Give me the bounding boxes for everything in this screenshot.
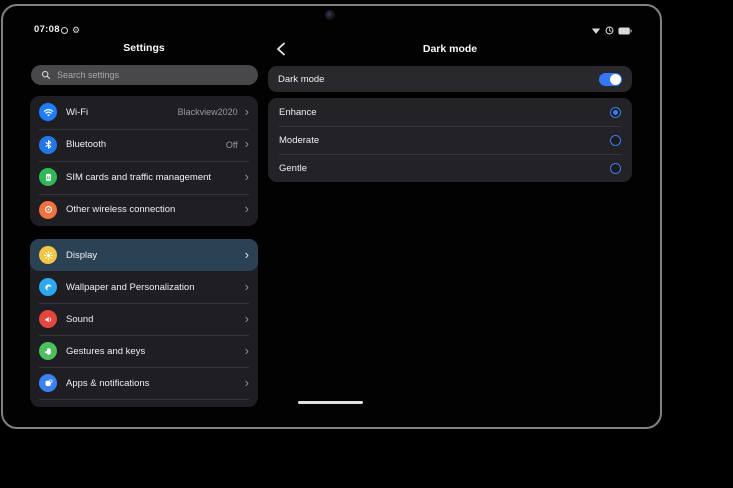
radio-moderate[interactable] — [610, 135, 621, 146]
chevron-right-icon: › — [245, 137, 249, 150]
settings-item-bluetooth[interactable]: Bluetooth Off › — [30, 129, 258, 162]
settings-item-other-wireless[interactable]: Other wireless connection › — [30, 194, 258, 227]
item-label: Wallpaper and Personalization — [66, 282, 245, 293]
display-icon — [39, 246, 57, 264]
dark-mode-options-card: Enhance Moderate Gentle — [268, 98, 632, 182]
item-label: Wi-Fi — [66, 107, 178, 118]
chevron-right-icon: › — [245, 105, 249, 118]
settings-group-personalization: Display › Wallpaper and Personalization … — [30, 239, 258, 407]
wifi-icon — [591, 27, 601, 35]
status-circle-icon — [61, 27, 68, 34]
front-camera-icon — [325, 10, 335, 20]
option-moderate[interactable]: Moderate — [268, 126, 632, 154]
settings-item-wallpaper[interactable]: Wallpaper and Personalization › — [30, 271, 258, 303]
item-label: SIM cards and traffic management — [66, 172, 245, 183]
settings-item-gestures[interactable]: Gestures and keys › — [30, 335, 258, 367]
dark-mode-toggle-card: Dark mode — [268, 66, 632, 92]
search-icon — [41, 70, 51, 80]
settings-group-network: Wi-Fi Blackview2020 › Bluetooth Off › — [30, 96, 258, 226]
chevron-right-icon: › — [245, 312, 249, 325]
chevron-right-icon: › — [245, 248, 249, 261]
bluetooth-icon — [39, 136, 57, 154]
chevron-right-icon: › — [245, 170, 249, 183]
gear-icon: ⚙ — [72, 26, 80, 35]
item-label: Gestures and keys — [66, 346, 245, 357]
wireless-icon — [39, 201, 57, 219]
settings-item-display[interactable]: Display › — [30, 239, 258, 271]
sound-icon — [39, 310, 57, 328]
radio-gentle[interactable] — [610, 163, 621, 174]
wifi-icon — [39, 103, 57, 121]
page-background: 07:08 ⚙ Settings Search se — [0, 0, 733, 488]
gestures-icon — [39, 342, 57, 360]
item-label: Other wireless connection — [66, 204, 245, 215]
chevron-right-icon: › — [245, 376, 249, 389]
option-label: Enhance — [279, 107, 610, 118]
item-label: Apps & notifications — [66, 378, 245, 389]
item-value: Blackview2020 — [178, 107, 238, 117]
search-placeholder: Search settings — [57, 70, 119, 80]
chevron-right-icon: › — [245, 280, 249, 293]
option-label: Gentle — [279, 163, 610, 174]
item-label: Sound — [66, 314, 245, 325]
status-left-icons: ⚙ — [61, 26, 80, 35]
status-right-icons — [591, 26, 632, 35]
radio-enhance[interactable] — [610, 107, 621, 118]
clock-icon — [605, 26, 614, 35]
settings-item-sim-cards[interactable]: SIM cards and traffic management › — [30, 161, 258, 194]
dark-mode-toggle[interactable] — [599, 73, 622, 86]
option-label: Moderate — [279, 135, 610, 146]
home-indicator[interactable] — [298, 401, 363, 404]
option-gentle[interactable]: Gentle — [268, 154, 632, 182]
dark-mode-label: Dark mode — [278, 74, 599, 85]
settings-item-wifi[interactable]: Wi-Fi Blackview2020 › — [30, 96, 258, 129]
apps-icon — [39, 374, 57, 392]
sim-card-icon — [39, 168, 57, 186]
tablet-frame: 07:08 ⚙ Settings Search se — [1, 4, 662, 429]
battery-icon — [618, 27, 632, 35]
settings-item-apps[interactable]: Apps & notifications › — [30, 367, 258, 399]
chevron-right-icon: › — [245, 344, 249, 357]
page-title: Settings — [30, 42, 258, 54]
chevron-right-icon: › — [245, 202, 249, 215]
settings-item-sound[interactable]: Sound › — [30, 303, 258, 335]
status-time: 07:08 — [34, 24, 60, 35]
detail-page-title: Dark mode — [268, 43, 632, 55]
option-enhance[interactable]: Enhance — [268, 98, 632, 126]
item-label: Display — [66, 250, 245, 261]
list-cutoff — [30, 399, 258, 406]
item-value: Off — [226, 140, 238, 150]
item-label: Bluetooth — [66, 139, 226, 150]
wallpaper-icon — [39, 278, 57, 296]
search-input[interactable]: Search settings — [31, 65, 258, 85]
